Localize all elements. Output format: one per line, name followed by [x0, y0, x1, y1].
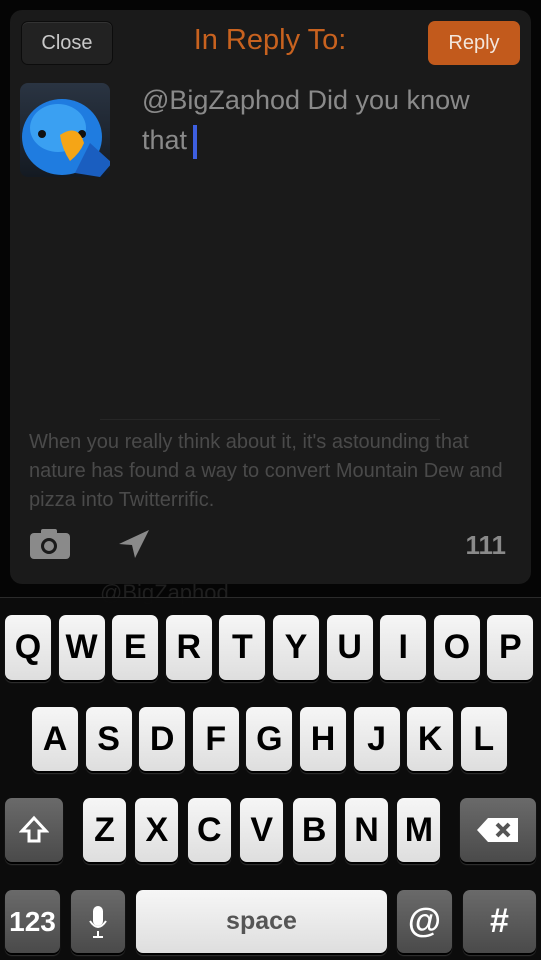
tweet-text: @BigZaphod Did you know that [142, 85, 470, 155]
page-title: In Reply To: [193, 24, 347, 56]
key-x[interactable]: X [135, 798, 179, 862]
character-count: 111 [465, 530, 506, 560]
key-k[interactable]: K [407, 707, 454, 771]
key-a[interactable]: A [32, 707, 78, 771]
divider [100, 419, 440, 420]
key-s[interactable]: S [85, 707, 132, 771]
bird-logo-icon [22, 99, 110, 177]
dictation-key[interactable] [71, 890, 125, 953]
key-b[interactable]: B [292, 798, 336, 862]
text-caret [193, 124, 198, 159]
key-z[interactable]: Z [83, 798, 126, 862]
key-l[interactable]: L [460, 707, 507, 771]
space-key[interactable]: space [136, 890, 387, 953]
shift-key[interactable] [5, 798, 63, 862]
hash-key[interactable]: # [463, 890, 536, 953]
key-y[interactable]: Y [273, 615, 319, 680]
key-p[interactable]: P [487, 615, 534, 680]
key-h[interactable]: H [300, 707, 346, 771]
location-arrow-icon[interactable] [115, 528, 151, 560]
key-w[interactable]: W [58, 615, 105, 680]
reply-button[interactable]: Reply [428, 21, 520, 65]
avatar [20, 83, 110, 177]
camera-icon[interactable] [29, 528, 71, 560]
at-key[interactable]: @ [397, 890, 452, 953]
key-g[interactable]: G [246, 707, 293, 771]
shift-arrow-icon [19, 815, 49, 843]
key-u[interactable]: U [326, 615, 373, 680]
tweet-input[interactable]: @BigZaphod Did you know that [142, 80, 512, 160]
key-i[interactable]: I [380, 615, 427, 680]
key-e[interactable]: E [112, 615, 159, 680]
key-c[interactable]: C [187, 798, 231, 862]
backspace-icon [477, 818, 518, 842]
quoted-tweet: When you really think about it, it's ast… [29, 431, 503, 511]
key-j[interactable]: J [353, 707, 400, 771]
key-m[interactable]: M [397, 798, 441, 862]
key-t[interactable]: T [219, 615, 266, 680]
key-r[interactable]: R [165, 615, 212, 680]
key-f[interactable]: F [192, 707, 239, 771]
delete-key[interactable] [460, 798, 536, 862]
key-n[interactable]: N [345, 798, 388, 862]
key-q[interactable]: Q [5, 615, 51, 680]
numbers-key[interactable]: 123 [5, 890, 60, 953]
key-d[interactable]: D [139, 707, 186, 771]
key-v[interactable]: V [240, 798, 284, 862]
close-button[interactable]: Close [21, 21, 113, 65]
microphone-icon [89, 905, 107, 938]
key-o[interactable]: O [433, 615, 480, 680]
